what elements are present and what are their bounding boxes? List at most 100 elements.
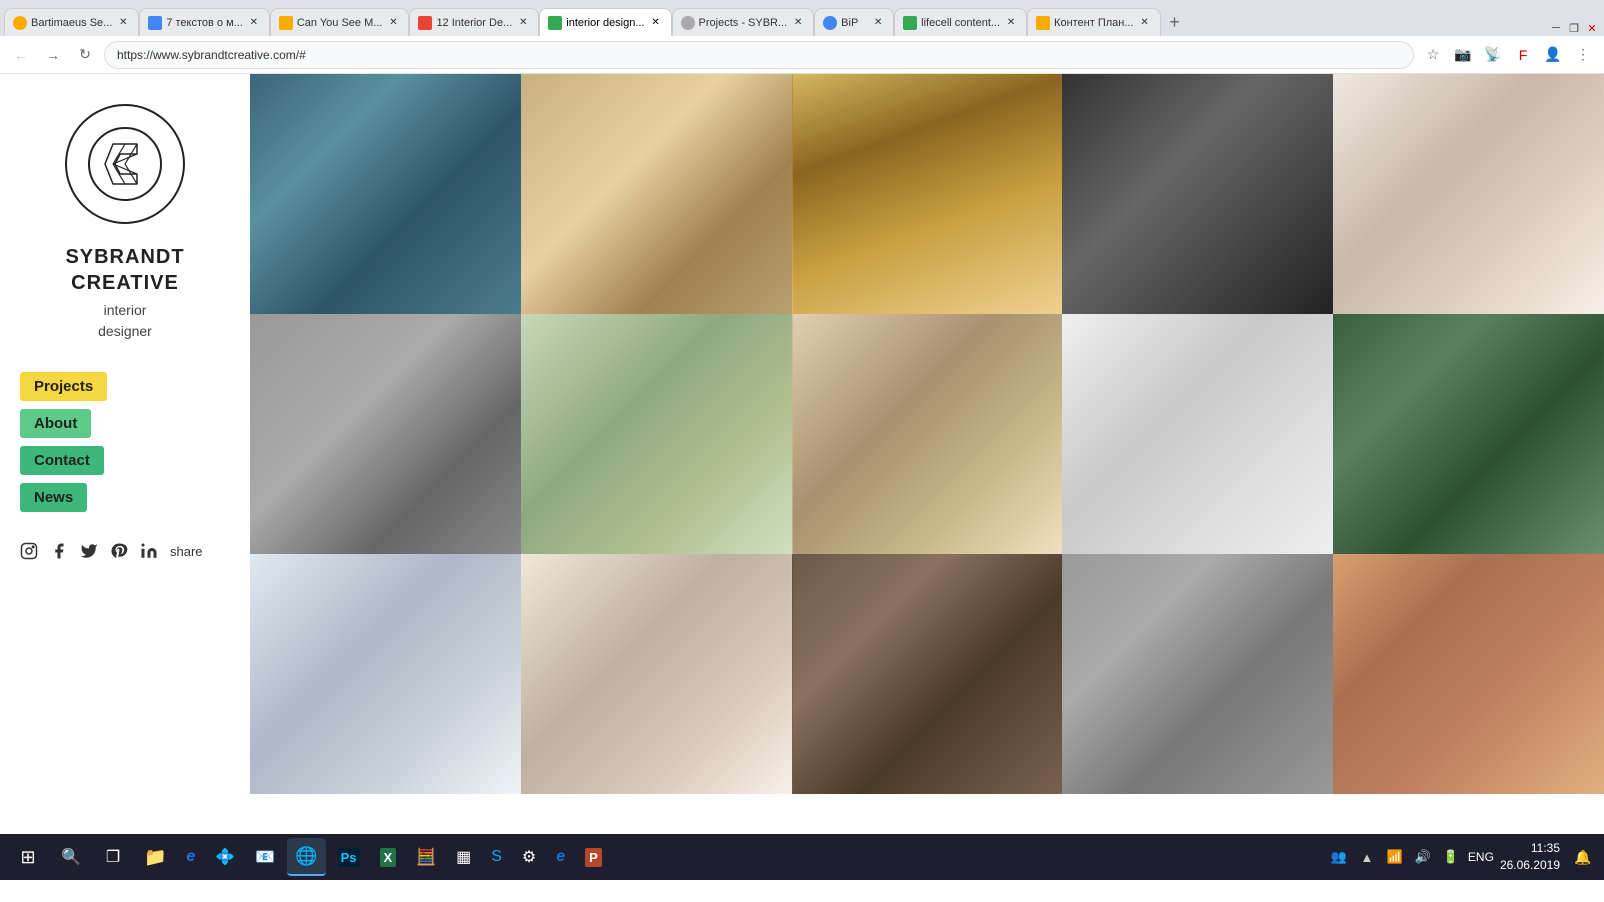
tab-12interior[interactable]: 12 Interior De... ✕ [409,8,539,36]
tab-lifecell[interactable]: lifecell content... ✕ [894,8,1027,36]
forward-button[interactable]: → [40,42,66,68]
nav-item-projects[interactable]: Projects [20,372,107,401]
tab-projects[interactable]: Projects - SYBR... ✕ [672,8,815,36]
instagram-icon[interactable] [20,542,38,560]
tab-7texts[interactable]: 7 текстов о м... ✕ [139,8,269,36]
restore-button[interactable]: ❐ [1566,20,1582,36]
address-bar: ← → ↻ ☆ 📷 📡 F 👤 ⋮ [0,36,1604,74]
gallery-image-7 [521,314,792,554]
logo-container [20,104,230,224]
tab-canyousee[interactable]: Can You See M... ✕ [270,8,410,36]
logo-circle[interactable] [65,104,185,224]
framer-button[interactable]: F [1510,42,1536,68]
taskbar-powerpoint[interactable]: P [577,838,610,876]
start-button[interactable]: ⊞ [8,837,48,877]
gallery-item-9[interactable] [1062,314,1333,554]
gallery-item-6[interactable] [250,314,521,554]
menu-button[interactable]: ⋮ [1570,42,1596,68]
clock[interactable]: 11:35 26.06.2019 [1500,840,1560,874]
linkedin-icon[interactable] [140,542,158,560]
volume-icon[interactable]: 🔊 [1412,846,1434,868]
taskbar-edge[interactable]: e [548,838,573,876]
nav-item-contact[interactable]: Contact [20,446,104,475]
system-tray: 👥 ▲ 📶 🔊 🔋 ENG 11:35 26.06.2019 🔔 [1328,840,1596,874]
tab-close-6[interactable]: ✕ [791,16,805,30]
share-text[interactable]: share [170,544,203,559]
gallery-item-11[interactable] [250,554,521,794]
tab-close-3[interactable]: ✕ [386,16,400,30]
gallery-image-14 [1062,554,1333,794]
tab-bartimaeus[interactable]: Bartimaeus Se... ✕ [4,8,139,36]
taskbar-calc[interactable]: 🧮 [408,838,444,876]
taskbar-photoshop[interactable]: Ps [330,838,368,876]
facebook-icon[interactable] [50,542,68,560]
tab-kontentplan[interactable]: Контент План... ✕ [1027,8,1161,36]
taskbar-gear[interactable]: ⚙ [514,838,544,876]
taskbar-chrome[interactable]: 🌐 [287,838,325,876]
battery-icon[interactable]: 🔋 [1440,846,1462,868]
pinterest-icon[interactable] [110,542,128,560]
taskbar: ⊞ 🔍 ❐ 📁 e 💠 📧 🌐 Ps X 🧮 ▦ S [0,834,1604,880]
gallery-image-10 [1333,314,1604,554]
taskbar-outlook[interactable]: 📧 [247,838,283,876]
tab-close-5[interactable]: ✕ [649,16,663,30]
twitter-icon[interactable] [80,542,98,560]
gallery-image-11 [250,554,521,794]
network-icon[interactable]: 👥 [1328,846,1350,868]
nav-menu: Projects About Contact News [20,372,230,512]
gallery-item-15[interactable] [1333,554,1604,794]
refresh-button[interactable]: ↻ [72,42,98,68]
tab-close-7[interactable]: ✕ [871,16,885,30]
taskbar-ie[interactable]: e [178,838,203,876]
gallery-item-5[interactable] [1333,74,1604,314]
tab-close-8[interactable]: ✕ [1004,16,1018,30]
taskbar-skype[interactable]: S [483,838,510,876]
new-tab-button[interactable]: + [1161,8,1189,36]
gallery-item-12[interactable] [521,554,792,794]
gallery-item-13[interactable] [792,554,1063,794]
tab-close-2[interactable]: ✕ [247,16,261,30]
bookmark-star-button[interactable]: ☆ [1420,42,1446,68]
back-button[interactable]: ← [8,42,34,68]
minimize-button[interactable]: ─ [1548,20,1564,36]
nav-item-about[interactable]: About [20,409,91,438]
nav-item-news[interactable]: News [20,483,87,512]
close-window-button[interactable]: ✕ [1584,20,1600,36]
wifi-icon[interactable]: 📶 [1384,846,1406,868]
gallery-image-15 [1333,554,1604,794]
cast-button[interactable]: 📡 [1480,42,1506,68]
taskbar-settings2[interactable]: 💠 [207,838,243,876]
gallery-item-7[interactable] [521,314,792,554]
clock-date: 26.06.2019 [1500,857,1560,874]
page-content: SYBRANDT CREATIVE interior designer Proj… [0,74,1604,834]
tab-interiordesign[interactable]: interior design... ✕ [539,8,671,36]
gallery-item-10[interactable] [1333,314,1604,554]
gallery-item-2[interactable] [521,74,792,314]
expand-tray-button[interactable]: ▲ [1356,846,1378,868]
gallery-item-4[interactable] [1062,74,1333,314]
gallery-item-3[interactable] [792,74,1063,314]
tab-close-4[interactable]: ✕ [516,16,530,30]
taskbar-explorer[interactable]: 📁 [136,838,174,876]
logo-svg [85,124,165,204]
avatar-button[interactable]: 👤 [1540,42,1566,68]
gallery-item-1[interactable] [250,74,521,314]
task-view-button[interactable]: ❐ [94,838,132,876]
brand-subtitle: interior designer [20,300,230,342]
taskbar-app2[interactable]: ▦ [448,838,479,876]
social-bar: share [20,542,230,560]
gallery-image-13 [792,554,1063,794]
notification-button[interactable]: 🔔 [1570,844,1596,870]
gallery-item-8[interactable] [792,314,1063,554]
search-button[interactable]: 🔍 [52,838,90,876]
screenshot-button[interactable]: 📷 [1450,42,1476,68]
tab-close-9[interactable]: ✕ [1138,16,1152,30]
taskbar-excel[interactable]: X [372,838,405,876]
gallery-image-12 [521,554,792,794]
gallery-image-8 [792,314,1063,554]
language-indicator[interactable]: ENG [1468,850,1494,864]
url-input[interactable] [104,41,1414,69]
tab-bip[interactable]: BiP ✕ [814,8,894,36]
tab-close-1[interactable]: ✕ [116,16,130,30]
gallery-item-14[interactable] [1062,554,1333,794]
